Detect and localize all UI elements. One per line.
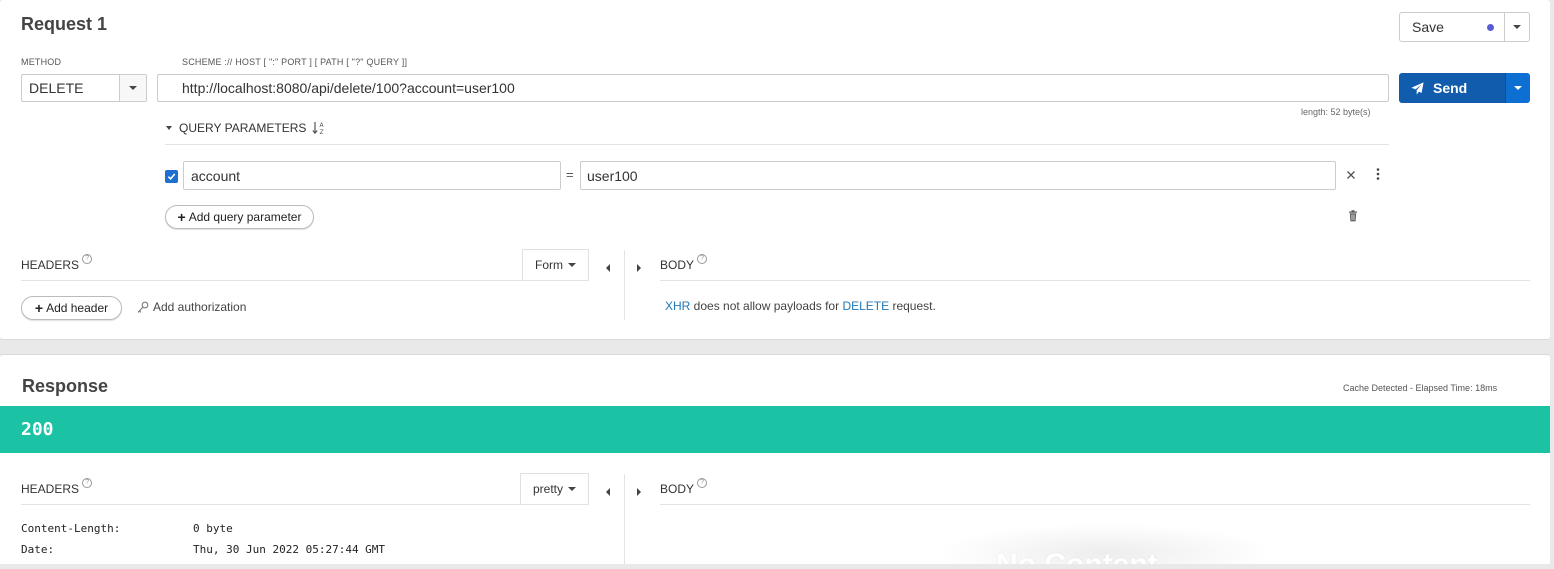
request-body-heading: BODY? [660,254,708,272]
vertical-dots-icon[interactable] [1375,167,1381,181]
add-authorization-link[interactable]: Add authorization [137,300,246,314]
checkmark-icon [167,173,176,181]
collapse-right-icon[interactable] [637,260,641,275]
request-headers-heading: HEADERS? [21,254,93,272]
method-dropdown-toggle[interactable] [119,75,146,101]
query-params-toggle[interactable]: QUERY PARAMETERS A Z [166,121,325,135]
save-label: Save [1412,19,1444,35]
send-split-button: Send [1399,73,1530,103]
send-button[interactable]: Send [1399,73,1505,103]
status-code: 200 [21,419,54,440]
caret-down-icon [166,126,172,130]
headers-mode-dropdown[interactable]: Form [522,249,589,280]
add-query-parameter-button[interactable]: + Add query parameter [165,205,314,229]
body-not-allowed-message: XHR does not allow payloads for DELETE r… [665,299,936,313]
method-link[interactable]: DELETE [842,299,889,313]
chevron-down-icon [1514,86,1522,90]
collapse-left-icon[interactable] [606,260,610,275]
response-headers-mode-dropdown[interactable]: pretty [520,473,589,504]
method-label: METHOD [21,57,62,67]
save-button[interactable]: Save [1400,13,1504,41]
response-title: Response [22,376,109,396]
method-select[interactable]: DELETE [21,74,147,102]
response-header-value: 0 byte [193,522,233,535]
response-header-name: Date: [21,543,55,556]
paper-plane-icon [1411,81,1424,95]
body-message-text: request. [889,299,936,313]
divider [660,280,1530,281]
url-input[interactable]: http://localhost:8080/api/delete/100?acc… [157,74,1389,102]
help-circle-icon[interactable]: ? [82,254,93,264]
body-label: BODY [660,482,695,496]
unsaved-dot-icon [1487,23,1494,31]
status-bar: 200 [0,406,1550,453]
save-split-button: Save [1399,12,1530,42]
key-icon [137,301,149,313]
page-bottom-edge [0,564,1554,569]
add-header-button[interactable]: + Add header [21,296,122,320]
response-header-value: Thu, 30 Jun 2022 05:27:44 GMT [193,543,386,556]
chevron-down-icon [568,263,576,267]
add-authorization-label: Add authorization [153,300,247,314]
param-key-input[interactable]: account [183,161,561,190]
svg-text:A: A [320,122,325,129]
xhr-link[interactable]: XHR [665,299,690,313]
response-panel: Response Cache Detected - Elapsed Time: … [0,354,1550,569]
collapse-left-icon[interactable] [606,484,610,499]
method-value: DELETE [29,80,84,96]
chevron-down-icon [129,86,137,90]
response-meta: Cache Detected - Elapsed Time: 18ms [1343,383,1498,393]
chevron-down-icon [1513,25,1521,29]
divider [21,280,589,281]
headers-label: HEADERS [21,258,80,272]
collapse-right-icon[interactable] [637,484,641,499]
trash-icon[interactable] [1348,210,1358,222]
close-icon[interactable] [1346,168,1358,180]
url-format-label: SCHEME :// HOST [ ":" PORT ] [ PATH [ "?… [182,57,408,67]
help-circle-icon[interactable]: ? [697,478,708,488]
add-header-label: Add header [46,301,109,315]
divider [165,144,1389,145]
sort-alpha-icon[interactable]: A Z [312,121,325,135]
svg-text:Z: Z [320,129,324,135]
help-circle-icon[interactable]: ? [697,254,708,264]
save-dropdown-toggle[interactable] [1504,13,1529,41]
url-length: length: 52 byte(s) [1301,107,1371,117]
request-panel: Request 1 Save METHOD DELETE SCHEME :// … [0,0,1550,340]
send-dropdown-toggle[interactable] [1505,73,1530,103]
param-enabled-checkbox[interactable] [165,170,178,183]
panel-splitter[interactable] [624,250,625,320]
divider [660,504,1530,505]
headers-label: HEADERS [21,482,80,496]
request-title: Request 1 [21,14,108,34]
send-label: Send [1433,80,1468,96]
response-headers-heading: HEADERS? [21,478,93,496]
query-params-label: QUERY PARAMETERS [179,121,307,135]
response-headers-mode-label: pretty [532,482,563,496]
panel-splitter[interactable] [624,474,625,569]
add-query-parameter-label: Add query parameter [188,210,302,224]
response-header-name: Content-Length: [21,522,121,535]
body-label: BODY [660,258,695,272]
divider [21,504,589,505]
plus-icon: + [34,300,44,316]
help-circle-icon[interactable]: ? [82,478,93,488]
chevron-down-icon [568,487,576,491]
headers-mode-label: Form [535,258,563,272]
plus-icon: + [177,209,186,225]
response-body-heading: BODY? [660,478,708,496]
equals-sign: = [566,167,574,182]
body-message-text: does not allow payloads for [690,299,843,313]
param-value-input[interactable]: user100 [580,161,1336,190]
